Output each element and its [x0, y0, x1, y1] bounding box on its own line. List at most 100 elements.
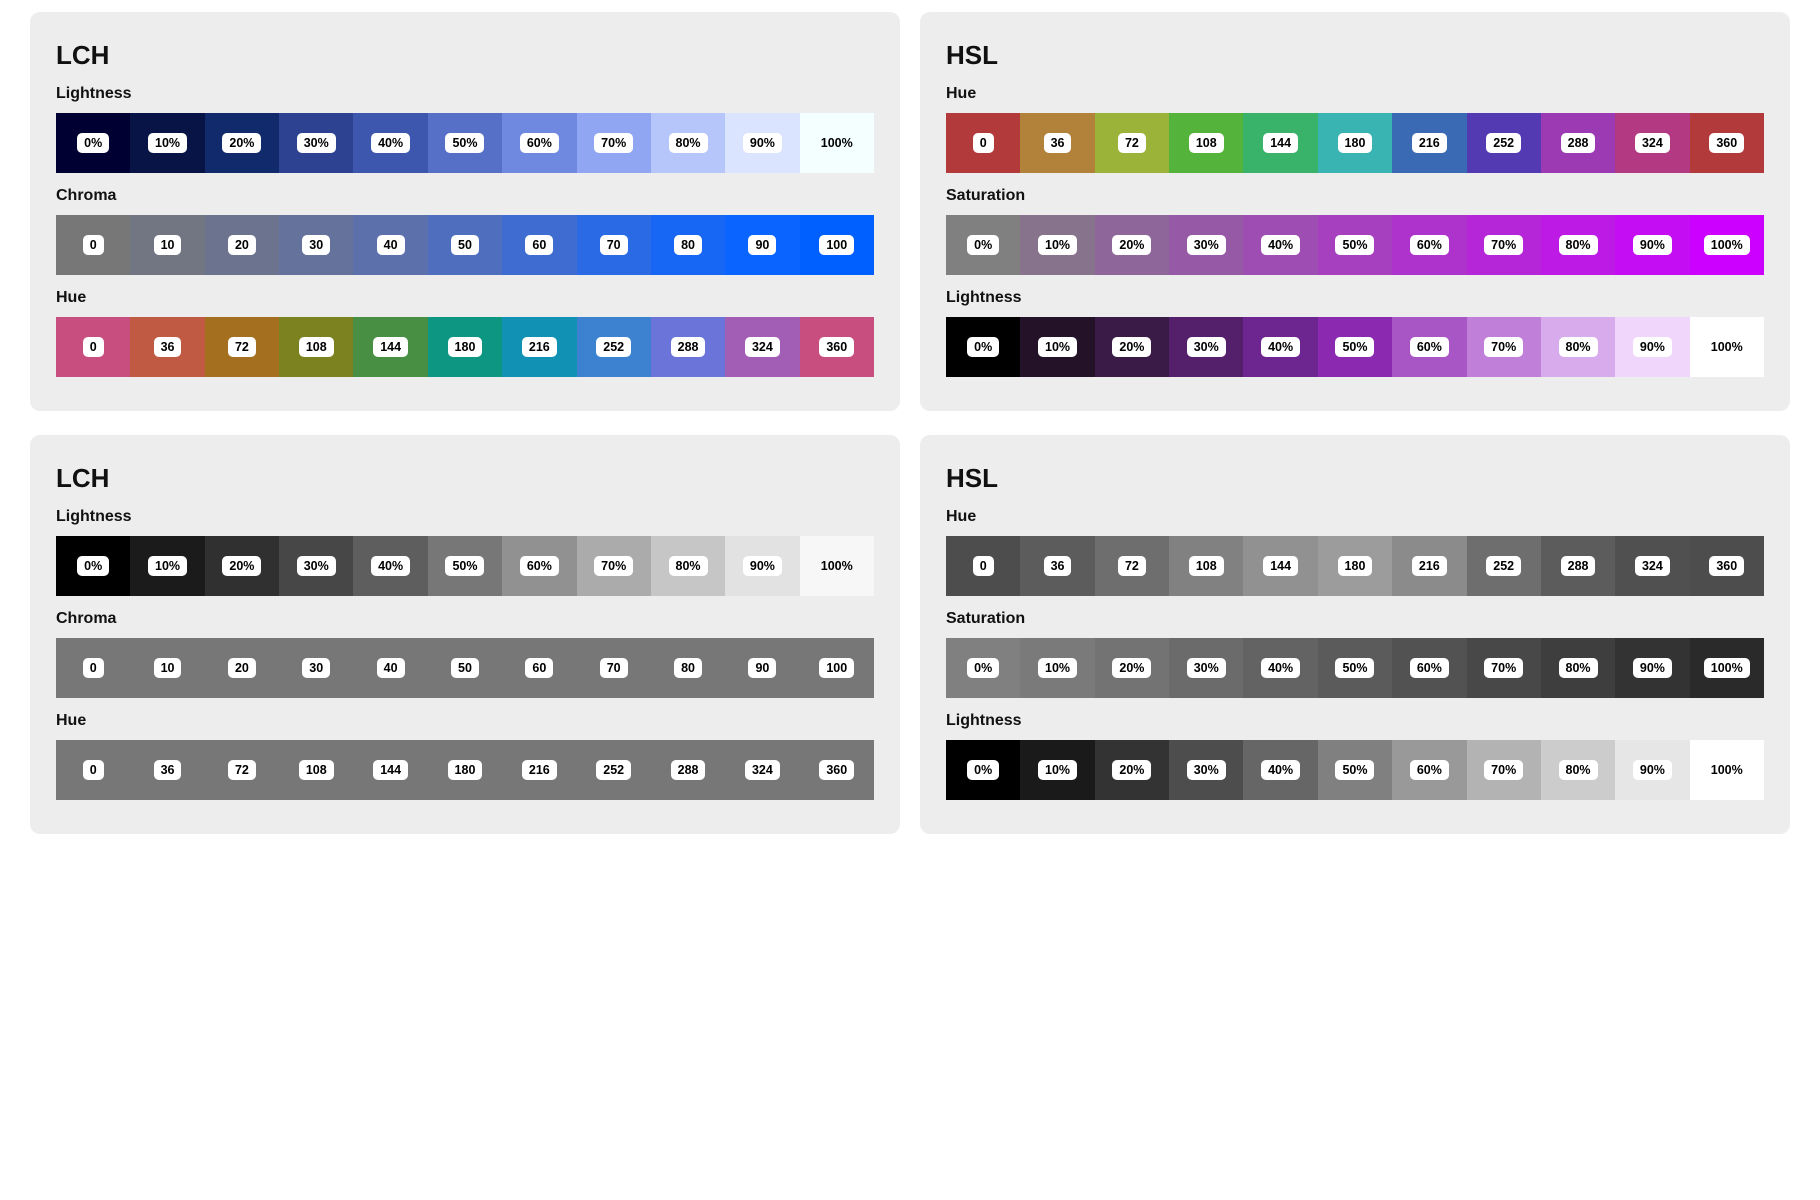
- swatch: 0: [946, 536, 1020, 596]
- swatch-label: 100%: [1704, 337, 1750, 357]
- swatch: 0%: [946, 638, 1020, 698]
- swatch: 0: [56, 215, 130, 275]
- swatch-label: 50%: [1335, 760, 1374, 780]
- swatch: 100: [800, 638, 874, 698]
- swatch: 360: [1690, 113, 1764, 173]
- swatch: 30%: [1169, 638, 1243, 698]
- swatch-label: 60%: [1410, 337, 1449, 357]
- swatch-label: 40%: [371, 556, 410, 576]
- swatch: 0%: [946, 317, 1020, 377]
- swatch-label: 50: [451, 235, 479, 255]
- swatch: 80: [651, 215, 725, 275]
- swatch: 144: [1243, 536, 1317, 596]
- swatch-label: 60: [525, 235, 553, 255]
- swatch-label: 70: [600, 658, 628, 678]
- swatch-label: 20%: [222, 133, 261, 153]
- swatch-label: 30: [302, 658, 330, 678]
- swatch: 40: [353, 638, 427, 698]
- swatch-label: 252: [596, 337, 631, 357]
- swatch: 40%: [1243, 740, 1317, 800]
- swatch: 288: [1541, 113, 1615, 173]
- swatch: 20: [205, 638, 279, 698]
- swatch-label: 20: [228, 235, 256, 255]
- swatch-strip: 03672108144180216252288324360: [946, 536, 1764, 596]
- swatch-label: 40%: [1261, 337, 1300, 357]
- row-label: Hue: [56, 712, 874, 730]
- swatch-label: 30%: [1187, 760, 1226, 780]
- swatch-label: 100%: [1704, 658, 1750, 678]
- swatch: 20%: [1095, 215, 1169, 275]
- swatch: 100%: [1690, 638, 1764, 698]
- swatch-label: 60%: [1410, 658, 1449, 678]
- swatch-label: 90%: [1633, 235, 1672, 255]
- swatch-label: 100%: [814, 556, 860, 576]
- swatch-label: 20%: [222, 556, 261, 576]
- swatch: 72: [1095, 536, 1169, 596]
- swatch-label: 20%: [1112, 658, 1151, 678]
- swatch-label: 36: [1044, 133, 1072, 153]
- swatch: 324: [1615, 536, 1689, 596]
- panel-title: LCH: [56, 463, 874, 494]
- swatch-label: 216: [522, 760, 557, 780]
- swatch: 60%: [1392, 638, 1466, 698]
- swatch-strip: 0%10%20%30%40%50%60%70%80%90%100%: [56, 536, 874, 596]
- row-label: Hue: [946, 85, 1764, 103]
- swatch-strip: 0%10%20%30%40%50%60%70%80%90%100%: [56, 113, 874, 173]
- swatch: 100%: [800, 113, 874, 173]
- row-label: Saturation: [946, 187, 1764, 205]
- swatch-label: 0: [83, 658, 104, 678]
- swatch: 60: [502, 215, 576, 275]
- row-label: Saturation: [946, 610, 1764, 628]
- swatch-label: 288: [1561, 556, 1596, 576]
- swatch-label: 144: [1263, 556, 1298, 576]
- swatch-label: 90%: [1633, 658, 1672, 678]
- swatch-label: 40: [377, 235, 405, 255]
- swatch: 0%: [946, 740, 1020, 800]
- swatch-label: 90%: [743, 556, 782, 576]
- swatch: 288: [651, 317, 725, 377]
- swatch: 40%: [353, 536, 427, 596]
- swatch-label: 0: [973, 133, 994, 153]
- swatch-label: 30: [302, 235, 330, 255]
- swatch-label: 50%: [445, 133, 484, 153]
- swatch-label: 0%: [967, 760, 999, 780]
- swatch-label: 360: [1709, 556, 1744, 576]
- swatch-label: 10%: [148, 556, 187, 576]
- swatch-label: 144: [373, 337, 408, 357]
- swatch-label: 70%: [1484, 337, 1523, 357]
- swatch: 40%: [1243, 317, 1317, 377]
- swatch-label: 90: [748, 235, 776, 255]
- swatch: 20%: [1095, 740, 1169, 800]
- swatch: 20%: [1095, 317, 1169, 377]
- swatch: 10%: [130, 113, 204, 173]
- swatch-label: 30%: [297, 133, 336, 153]
- swatch-strip: 0%10%20%30%40%50%60%70%80%90%100%: [946, 638, 1764, 698]
- swatch: 0%: [56, 536, 130, 596]
- swatch: 10%: [130, 536, 204, 596]
- swatch-label: 80: [674, 235, 702, 255]
- swatch-label: 70%: [1484, 760, 1523, 780]
- swatch-label: 108: [299, 337, 334, 357]
- row-label: Hue: [946, 508, 1764, 526]
- swatch-label: 80%: [1559, 658, 1598, 678]
- swatch: 80%: [651, 536, 725, 596]
- swatch: 10%: [1020, 317, 1094, 377]
- swatch-label: 0: [83, 337, 104, 357]
- swatch: 216: [502, 740, 576, 800]
- swatch-label: 80%: [1559, 337, 1598, 357]
- swatch: 252: [577, 740, 651, 800]
- swatch: 0: [56, 317, 130, 377]
- swatch-label: 30%: [1187, 658, 1226, 678]
- swatch-strip: 03672108144180216252288324360: [946, 113, 1764, 173]
- swatch: 0: [946, 113, 1020, 173]
- swatch-label: 180: [1338, 556, 1373, 576]
- swatch-label: 100%: [1704, 760, 1750, 780]
- swatch-label: 80%: [669, 133, 708, 153]
- swatch: 60%: [502, 536, 576, 596]
- swatch-label: 180: [1338, 133, 1373, 153]
- swatch-label: 50%: [445, 556, 484, 576]
- swatch: 20%: [205, 113, 279, 173]
- swatch: 80%: [651, 113, 725, 173]
- swatch: 36: [1020, 113, 1094, 173]
- swatch: 216: [502, 317, 576, 377]
